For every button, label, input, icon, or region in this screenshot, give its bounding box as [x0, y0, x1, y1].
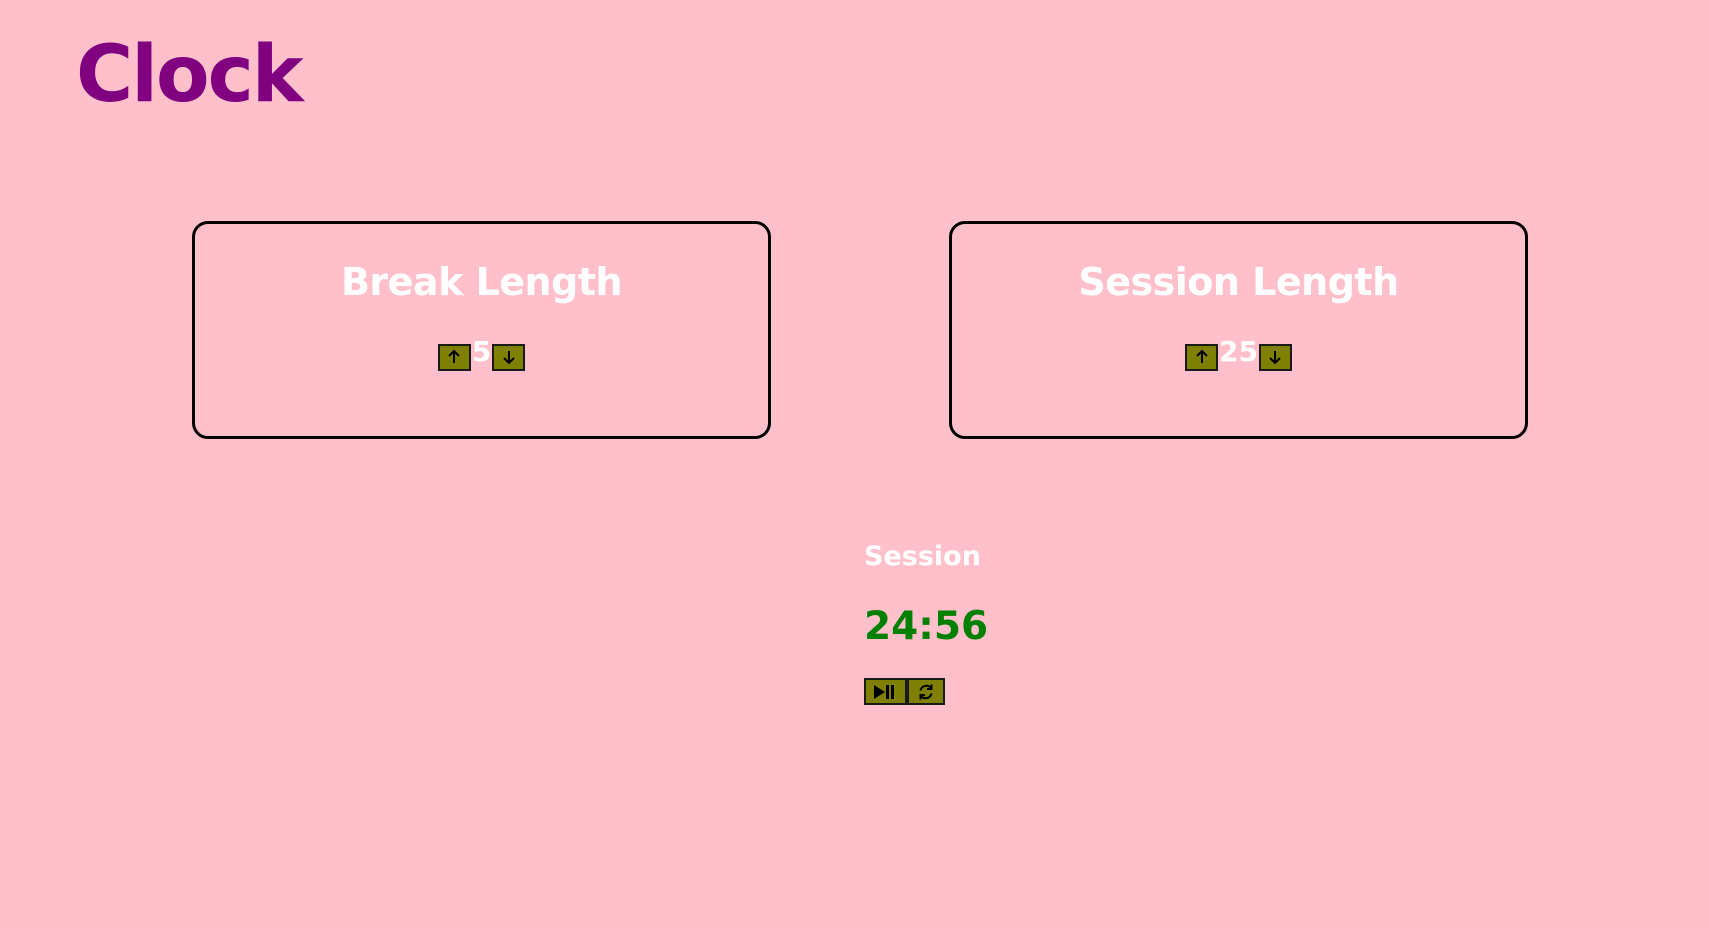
- time-left: 24:56: [864, 604, 989, 649]
- start-stop-button[interactable]: [864, 678, 907, 705]
- session-length-panel: Session Length 25: [949, 221, 1528, 439]
- arrow-up-icon: [1195, 349, 1208, 363]
- arrow-down-icon: [1269, 351, 1282, 365]
- break-length-panel: Break Length 5: [192, 221, 771, 439]
- timer-controls: [864, 678, 988, 705]
- session-label: Session Length: [1078, 260, 1399, 304]
- break-controls: 5: [195, 338, 768, 371]
- refresh-icon: [919, 684, 933, 699]
- play-pause-icon: [873, 684, 894, 699]
- timer: Session 24:56: [864, 543, 988, 705]
- break-label: Break Length: [340, 260, 623, 304]
- break-decrement-button[interactable]: [492, 343, 526, 371]
- session-controls: 25: [952, 338, 1525, 371]
- reset-button[interactable]: [907, 678, 945, 705]
- session-increment-button[interactable]: [1185, 343, 1219, 371]
- break-increment-button[interactable]: [437, 343, 471, 371]
- session-length-value: 25: [1219, 335, 1258, 368]
- arrow-down-icon: [503, 351, 515, 365]
- arrow-up-icon: [448, 349, 460, 363]
- page-title: Clock: [76, 30, 304, 120]
- break-length-value: 5: [471, 335, 492, 368]
- timer-label: Session: [864, 541, 981, 572]
- session-decrement-button[interactable]: [1258, 343, 1292, 371]
